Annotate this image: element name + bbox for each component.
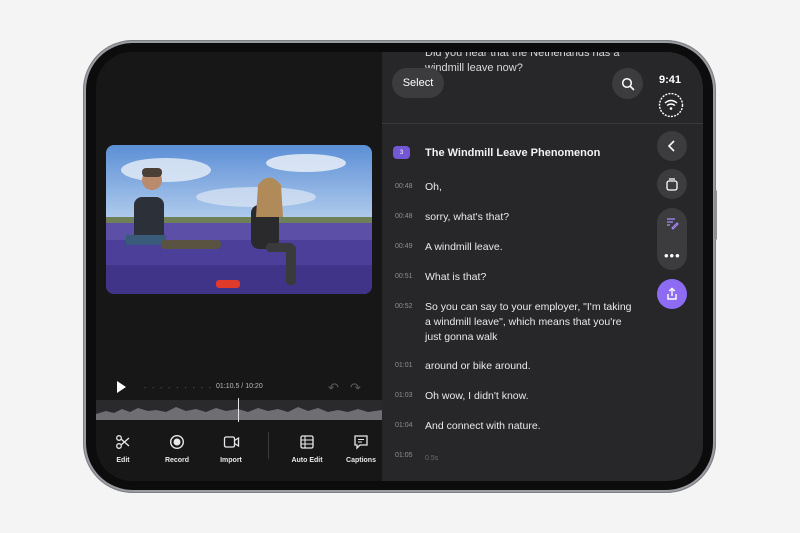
row-timestamp: 01:05 bbox=[395, 452, 413, 459]
import-label: Import bbox=[220, 457, 242, 464]
record-icon bbox=[169, 434, 185, 450]
search-icon bbox=[621, 77, 634, 90]
clips-button[interactable] bbox=[657, 169, 687, 199]
row-timestamp: 00:48 bbox=[395, 183, 413, 190]
row-timestamp: 00:51 bbox=[395, 273, 413, 280]
transcript-row[interactable]: So you can say to your employer, "I'm ta… bbox=[425, 300, 635, 345]
wifi-icon bbox=[658, 92, 684, 118]
video-frame-image bbox=[106, 145, 372, 294]
captions-icon bbox=[354, 435, 368, 450]
transcript-edit-button[interactable] bbox=[665, 216, 679, 235]
select-button[interactable]: Select bbox=[392, 68, 444, 98]
row-timestamp: 00:52 bbox=[395, 303, 413, 310]
import-button[interactable]: Import bbox=[206, 433, 256, 464]
edit-button[interactable]: Edit bbox=[98, 433, 148, 464]
play-button[interactable] bbox=[114, 380, 128, 394]
redo-icon[interactable]: ↷ bbox=[350, 380, 361, 396]
scissors-icon bbox=[116, 435, 130, 449]
app-screen: •••••••••••• 01:10.5 / 10:20 ↶ ↷ Edit Re… bbox=[96, 52, 703, 481]
row-timestamp: 01:03 bbox=[395, 392, 413, 399]
stack-icon bbox=[666, 178, 678, 191]
record-button[interactable]: Record bbox=[152, 433, 202, 464]
transcript-row[interactable]: And connect with nature. bbox=[425, 419, 635, 434]
import-icon bbox=[223, 436, 239, 448]
record-label: Record bbox=[164, 457, 190, 464]
row-timestamp: 00:49 bbox=[395, 243, 413, 250]
transcript-row[interactable]: sorry, what's that? bbox=[425, 210, 635, 225]
transcript-row[interactable]: What is that? bbox=[425, 270, 635, 285]
header-divider bbox=[382, 123, 703, 124]
undo-icon[interactable]: ↶ bbox=[328, 380, 339, 396]
status-time: 9:41 bbox=[659, 74, 682, 86]
chevron-left-icon bbox=[667, 140, 675, 152]
pause-marker[interactable]: 0.5s bbox=[425, 451, 635, 466]
row-timestamp: 01:04 bbox=[395, 422, 413, 429]
partial-transcript-line: Did you hear that the Netherlands has a … bbox=[425, 52, 620, 74]
captions-button[interactable]: Captions bbox=[336, 433, 386, 464]
transcript-row[interactable]: around or bike around. bbox=[425, 359, 635, 374]
auto-edit-icon bbox=[300, 435, 314, 449]
auto-edit-label: Auto Edit bbox=[291, 457, 323, 464]
back-button[interactable] bbox=[657, 131, 687, 161]
search-button[interactable] bbox=[612, 68, 643, 99]
row-timestamp: 00:48 bbox=[395, 213, 413, 220]
side-button bbox=[714, 190, 717, 240]
transcript-pane bbox=[382, 52, 703, 481]
more-icon[interactable]: ••• bbox=[664, 248, 681, 263]
share-button[interactable] bbox=[657, 279, 687, 309]
transcript-row[interactable]: Oh wow, I didn't know. bbox=[425, 389, 635, 404]
captions-label: Captions bbox=[346, 457, 376, 464]
chapter-number-badge: 3 bbox=[393, 146, 410, 159]
video-preview[interactable] bbox=[106, 145, 372, 294]
transcript-row[interactable]: A windmill leave. bbox=[425, 240, 635, 255]
row-timestamp: 01:01 bbox=[395, 362, 413, 369]
pencil-lines-icon bbox=[667, 218, 679, 230]
playback-timecode: 01:10.5 / 10:20 bbox=[216, 383, 263, 390]
play-icon bbox=[117, 381, 126, 393]
editor-pane: •••••••••••• 01:10.5 / 10:20 ↶ ↷ Edit Re… bbox=[96, 52, 382, 481]
edit-label: Edit bbox=[116, 457, 130, 464]
tool-group: ••• bbox=[657, 208, 687, 270]
chapter-title[interactable]: The Windmill Leave Phenomenon bbox=[425, 147, 600, 159]
share-icon bbox=[667, 287, 677, 300]
auto-edit-button[interactable]: Auto Edit bbox=[282, 433, 332, 464]
toolbar-divider bbox=[268, 432, 269, 459]
transcript-row[interactable]: Oh, bbox=[425, 180, 635, 195]
audio-waveform[interactable] bbox=[96, 400, 382, 420]
playhead[interactable] bbox=[238, 398, 239, 422]
